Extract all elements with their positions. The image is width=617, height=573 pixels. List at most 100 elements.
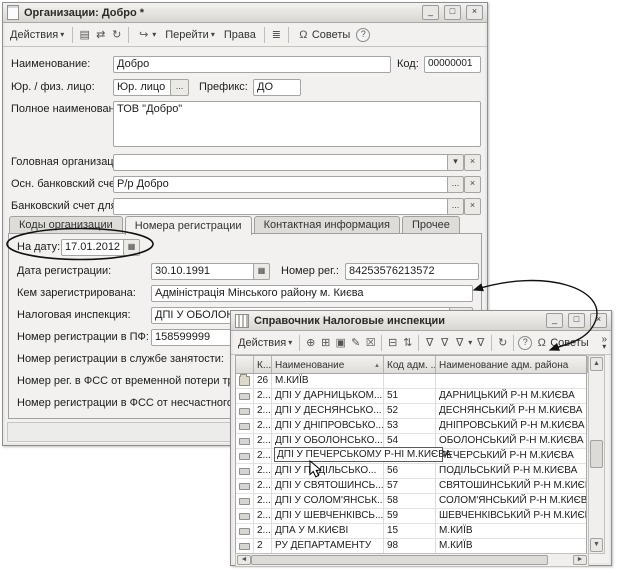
main-bank-input[interactable]: Р/р Добро: [113, 176, 451, 193]
tab-registration-numbers[interactable]: Номера регистрации: [125, 216, 252, 235]
selected-cell-overlay[interactable]: ДПІ У ПЕЧЕРСЬКОМУ Р-НІ М.КИЄВА: [274, 447, 443, 462]
vertical-scroll-thumb[interactable]: [590, 440, 603, 468]
prefix-input[interactable]: ДО: [253, 79, 301, 96]
fss-accident-label: Номер регистрации в ФСС от несчастного с…: [17, 397, 259, 409]
scroll-left-icon[interactable]: ◄: [237, 555, 251, 565]
employment-number-label: Номер регистрации в службе занятости:: [17, 353, 224, 365]
header-name[interactable]: Наименование▲: [272, 356, 384, 373]
help-icon[interactable]: ?: [356, 28, 370, 42]
goto-menu-button[interactable]: Перейти ▾: [162, 28, 218, 42]
close-button[interactable]: ×: [466, 5, 483, 20]
bank-for-input[interactable]: [113, 198, 451, 215]
scroll-right-icon[interactable]: ►: [573, 555, 587, 565]
actions-menu-button[interactable]: Действия ▾: [235, 336, 295, 350]
head-org-clear-button[interactable]: ×: [464, 154, 481, 171]
minimize-button[interactable]: _: [546, 313, 563, 328]
help-icon[interactable]: ?: [518, 336, 532, 350]
scroll-down-icon[interactable]: ▼: [590, 538, 603, 552]
reg-number-input[interactable]: 84253576213572: [345, 263, 479, 280]
toolbar-overflow-button[interactable]: » ▾: [601, 336, 607, 350]
on-date-calendar-button[interactable]: ▦: [123, 239, 140, 256]
inspections-titlebar[interactable]: Справочник Налоговые инспекции _ □ ×: [231, 311, 611, 331]
minimize-button[interactable]: _: [422, 5, 439, 20]
bank-for-select-button[interactable]: ...: [447, 198, 464, 215]
maximize-button[interactable]: □: [444, 5, 461, 20]
maximize-button[interactable]: □: [568, 313, 585, 328]
head-org-label: Головная организация:: [11, 156, 129, 168]
list-mode-icon[interactable]: ⊟: [386, 336, 399, 349]
chevron-down-icon: ▾: [602, 343, 606, 350]
table-row[interactable]: 2 РУ ДЕПАРТАМЕНТУ 98 М.КИЇВ: [236, 539, 586, 554]
filter-set-icon[interactable]: ∇: [423, 336, 436, 349]
post-icon[interactable]: ⇄: [94, 28, 107, 41]
table-row[interactable]: 2... ДПІ У СВЯТОШИНСЬ... 57 СВЯТОШИНСЬКИ…: [236, 479, 586, 494]
name-label: Наименование:: [11, 58, 90, 70]
table-row[interactable]: 2... ДПІ У ДЕСНЯНСЬКО... 52 ДЕСНЯНСЬКИЙ …: [236, 404, 586, 419]
chevron-down-icon: ▾: [60, 30, 64, 39]
header-icon-column[interactable]: [236, 356, 254, 373]
toolbar-separator: [513, 335, 514, 351]
table-row[interactable]: 26 М.КИЇВ: [236, 374, 586, 389]
hierarchy-icon[interactable]: ⇅: [401, 336, 414, 349]
table-row[interactable]: 2... ДПІ У ДНІПРОВСЬКО... 53 ДНІПРОВСЬКИ…: [236, 419, 586, 434]
name-input[interactable]: Добро: [113, 56, 391, 73]
filter-clear-icon[interactable]: ∇: [474, 336, 487, 349]
header-adm-code[interactable]: Код адм. ...: [384, 356, 436, 373]
rights-button[interactable]: Права: [221, 28, 259, 42]
goto-icon-button[interactable]: ↪ ▾: [134, 27, 159, 42]
refresh-icon[interactable]: ↻: [496, 336, 509, 349]
vertical-scrollbar[interactable]: ▲ ▼: [588, 355, 605, 554]
bank-for-clear-button[interactable]: ×: [464, 198, 481, 215]
table-row[interactable]: 2... ДПА У М.КИЄВІ 15 М.КИЇВ: [236, 524, 586, 539]
filter-menu-icon: ∇: [453, 336, 466, 349]
filter-icon[interactable]: ∇: [438, 336, 451, 349]
scroll-up-icon[interactable]: ▲: [590, 357, 603, 371]
registered-by-input[interactable]: Адміністрація Мінського району м. Києва: [151, 285, 473, 302]
header-adm-name[interactable]: Наименование адм. района: [436, 356, 588, 373]
toolbar-separator: [72, 27, 73, 43]
reg-date-input[interactable]: 30.10.1991: [151, 263, 259, 280]
entity-type-input[interactable]: Юр. лицо: [113, 79, 177, 96]
actions-menu-button[interactable]: Действия ▾: [7, 28, 67, 42]
catalog-icon: [235, 314, 249, 328]
header-code[interactable]: К...: [254, 356, 272, 373]
delete-icon[interactable]: ☒: [364, 336, 377, 349]
close-button[interactable]: ×: [590, 313, 607, 328]
add-icon[interactable]: ⊕: [304, 336, 317, 349]
main-bank-clear-button[interactable]: ×: [464, 176, 481, 193]
bell-icon: Ω: [297, 29, 310, 41]
reread-icon[interactable]: ↻: [110, 28, 123, 41]
save-icon[interactable]: ▤: [78, 28, 91, 41]
table-row[interactable]: 2... ДПІ У ДАРНИЦЬКОМ... 51 ДАРНИЦЬКИЙ Р…: [236, 389, 586, 404]
bank-for-label: Банковский счет для ...: [11, 200, 129, 212]
structure-icon[interactable]: ≣: [270, 28, 283, 41]
chevron-down-icon: ▾: [152, 30, 156, 39]
edit-icon[interactable]: ✎: [349, 336, 362, 349]
registered-by-label: Кем зарегистрирована:: [17, 287, 136, 299]
row-type-icon: [236, 539, 254, 554]
horizontal-scroll-thumb[interactable]: [251, 555, 548, 565]
table-row[interactable]: 2... ДПІ У СОЛОМ'ЯНСЬК... 58 СОЛОМ'ЯНСЬК…: [236, 494, 586, 509]
code-input[interactable]: 00000001: [424, 56, 481, 73]
row-type-icon: [236, 524, 254, 539]
tax-inspection-label: Налоговая инспекция:: [17, 309, 131, 321]
tips-button[interactable]: Ω Советы: [534, 336, 589, 350]
filter-menu-button[interactable]: ∇ ▾: [453, 335, 472, 350]
tips-button[interactable]: Ω Советы: [294, 28, 353, 42]
entity-select-button[interactable]: ...: [170, 79, 189, 96]
head-org-input[interactable]: [113, 154, 451, 171]
copy-icon[interactable]: ▣: [334, 336, 347, 349]
add-group-icon[interactable]: ⊞: [319, 336, 332, 349]
reg-date-calendar-button[interactable]: ▦: [253, 263, 270, 280]
bell-icon: Ω: [535, 337, 548, 349]
horizontal-scrollbar[interactable]: ◄ ►: [235, 553, 589, 567]
table-row[interactable]: 2... ДПІ У ПОДІЛЬСЬКО... 56 ПОДІЛЬСЬКИЙ …: [236, 464, 586, 479]
reg-number-label: Номер рег.:: [281, 265, 339, 277]
table-row[interactable]: 2... ДПІ У ШЕВЧЕНКІВСЬ... 59 ШЕВЧЕНКІВСЬ…: [236, 509, 586, 524]
head-org-dropdown-button[interactable]: ▾: [447, 154, 464, 171]
organization-titlebar[interactable]: Организации: Добро * _ □ ×: [3, 3, 487, 23]
main-bank-select-button[interactable]: ...: [447, 176, 464, 193]
window-title: Справочник Налоговые инспекции: [254, 315, 541, 327]
on-date-input[interactable]: 17.01.2012: [61, 239, 129, 256]
full-name-textarea[interactable]: ТОВ "Добро": [113, 101, 481, 147]
